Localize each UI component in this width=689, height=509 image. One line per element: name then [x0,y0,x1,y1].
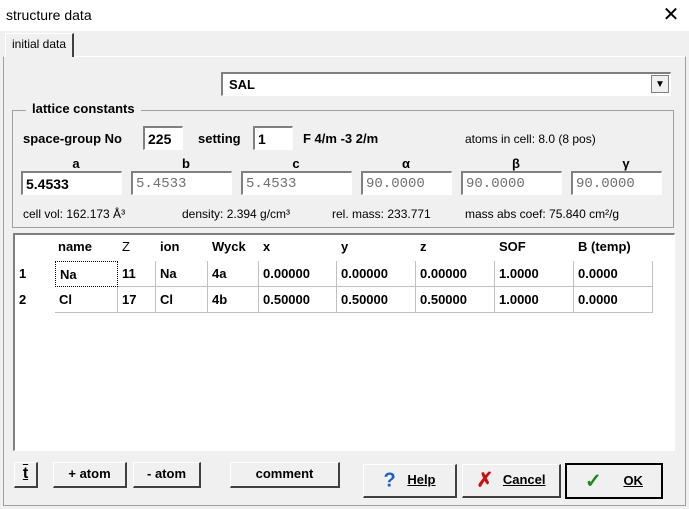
compound-select[interactable]: SAL ▼ [221,72,671,96]
table-cell[interactable]: Cl [55,287,118,313]
column-header-z: Z [122,239,130,254]
ok-label: OK [623,473,643,488]
atom-table: name Z ion Wyck x y z SOF B (temp) 1 Na … [13,233,675,451]
chevron-down-icon[interactable]: ▼ [651,75,669,93]
question-icon: ? [383,469,396,492]
setting-label: setting [198,131,241,146]
table-cell[interactable]: 0.00000 [416,261,495,287]
param-b-label: b [182,156,190,171]
param-alpha-label: α [402,156,410,171]
cancel-button[interactable]: ✗ Cancel [462,464,561,498]
lattice-constants-label: lattice constants [26,101,141,116]
param-c-input[interactable]: 5.4533 [241,171,352,195]
atoms-in-cell: atoms in cell: 8.0 (8 pos) [465,132,596,146]
table-cell[interactable]: 1.0000 [495,261,574,287]
tab-divider [88,56,685,57]
param-beta-label: β [512,156,520,171]
param-b-input[interactable]: 5.4533 [131,171,232,195]
param-c-label: c [292,156,300,171]
space-group-input[interactable]: 225 [143,126,183,150]
column-header-sof: SOF [499,239,526,254]
table-cell[interactable]: 17 [118,287,156,313]
table-cell[interactable]: 0.0000 [574,261,653,287]
compound-value: SAL [229,77,255,92]
column-header-name: name [58,239,92,254]
table-cell[interactable]: 4a [208,261,259,287]
table-cell[interactable]: 0.50000 [416,287,495,313]
table-cell[interactable]: 11 [118,261,156,287]
param-alpha-input[interactable]: 90.0000 [361,171,452,195]
relative-mass: rel. mass: 233.771 [332,207,431,221]
table-cell[interactable]: 0.0000 [574,287,653,313]
param-gamma-input[interactable]: 90.0000 [571,171,662,195]
column-header-ion: ion [160,239,180,254]
table-cell[interactable]: 0.00000 [259,261,337,287]
table-cell[interactable]: 0.50000 [259,287,337,313]
param-a-input[interactable]: 5.4533 [21,171,122,195]
add-atom-button[interactable]: + atom [53,462,127,488]
hermann-mauguin-symbol: F 4/m -3 2/m [303,131,379,146]
checkmark-icon: ✓ [585,470,602,493]
table-cell[interactable]: 1.0000 [495,287,574,313]
comment-button[interactable]: comment [230,462,340,488]
title-bar [0,0,689,31]
sort-atoms-button[interactable]: t [14,462,38,488]
window-title: structure data [6,7,92,23]
table-cell[interactable]: Cl [156,287,208,313]
space-group-label: space-group No [23,131,122,146]
setting-input[interactable]: 1 [253,126,293,150]
table-cell[interactable]: Na [156,261,208,287]
cancel-label: Cancel [502,472,546,487]
table-cell[interactable]: 0.50000 [337,287,416,313]
mass-absorption-coefficient: mass abs coef: 75.840 cm²/g [465,207,620,221]
row-number: 2 [19,292,27,307]
ok-button[interactable]: ✓ OK [565,463,663,499]
column-header-y: y [341,239,349,254]
tab-initial-data[interactable]: initial data [5,33,75,57]
table-cell[interactable]: 4b [208,287,259,313]
row-number: 1 [19,266,27,281]
cell-volume: cell vol: 162.173 Å³ [23,207,126,221]
param-a-label: a [72,156,80,171]
structure-data-dialog: structure data ✕ initial data SAL ▼ latt… [0,0,689,509]
close-icon[interactable]: ✕ [657,2,685,28]
column-header-b-temp: B (temp) [578,239,631,254]
cancel-x-icon: ✗ [476,469,494,492]
param-beta-input[interactable]: 90.0000 [461,171,562,195]
column-header-x: x [263,239,271,254]
help-button[interactable]: ? Help [363,464,457,498]
help-label: Help [407,472,436,487]
column-header-wyck: Wyck [212,239,246,254]
column-header-z-coord: z [420,239,427,254]
table-cell[interactable]: 0.00000 [337,261,416,287]
density: density: 2.394 g/cm³ [182,207,291,221]
param-gamma-label: γ [622,156,630,171]
remove-atom-button[interactable]: - atom [133,462,201,488]
table-cell[interactable]: Na [55,261,118,287]
